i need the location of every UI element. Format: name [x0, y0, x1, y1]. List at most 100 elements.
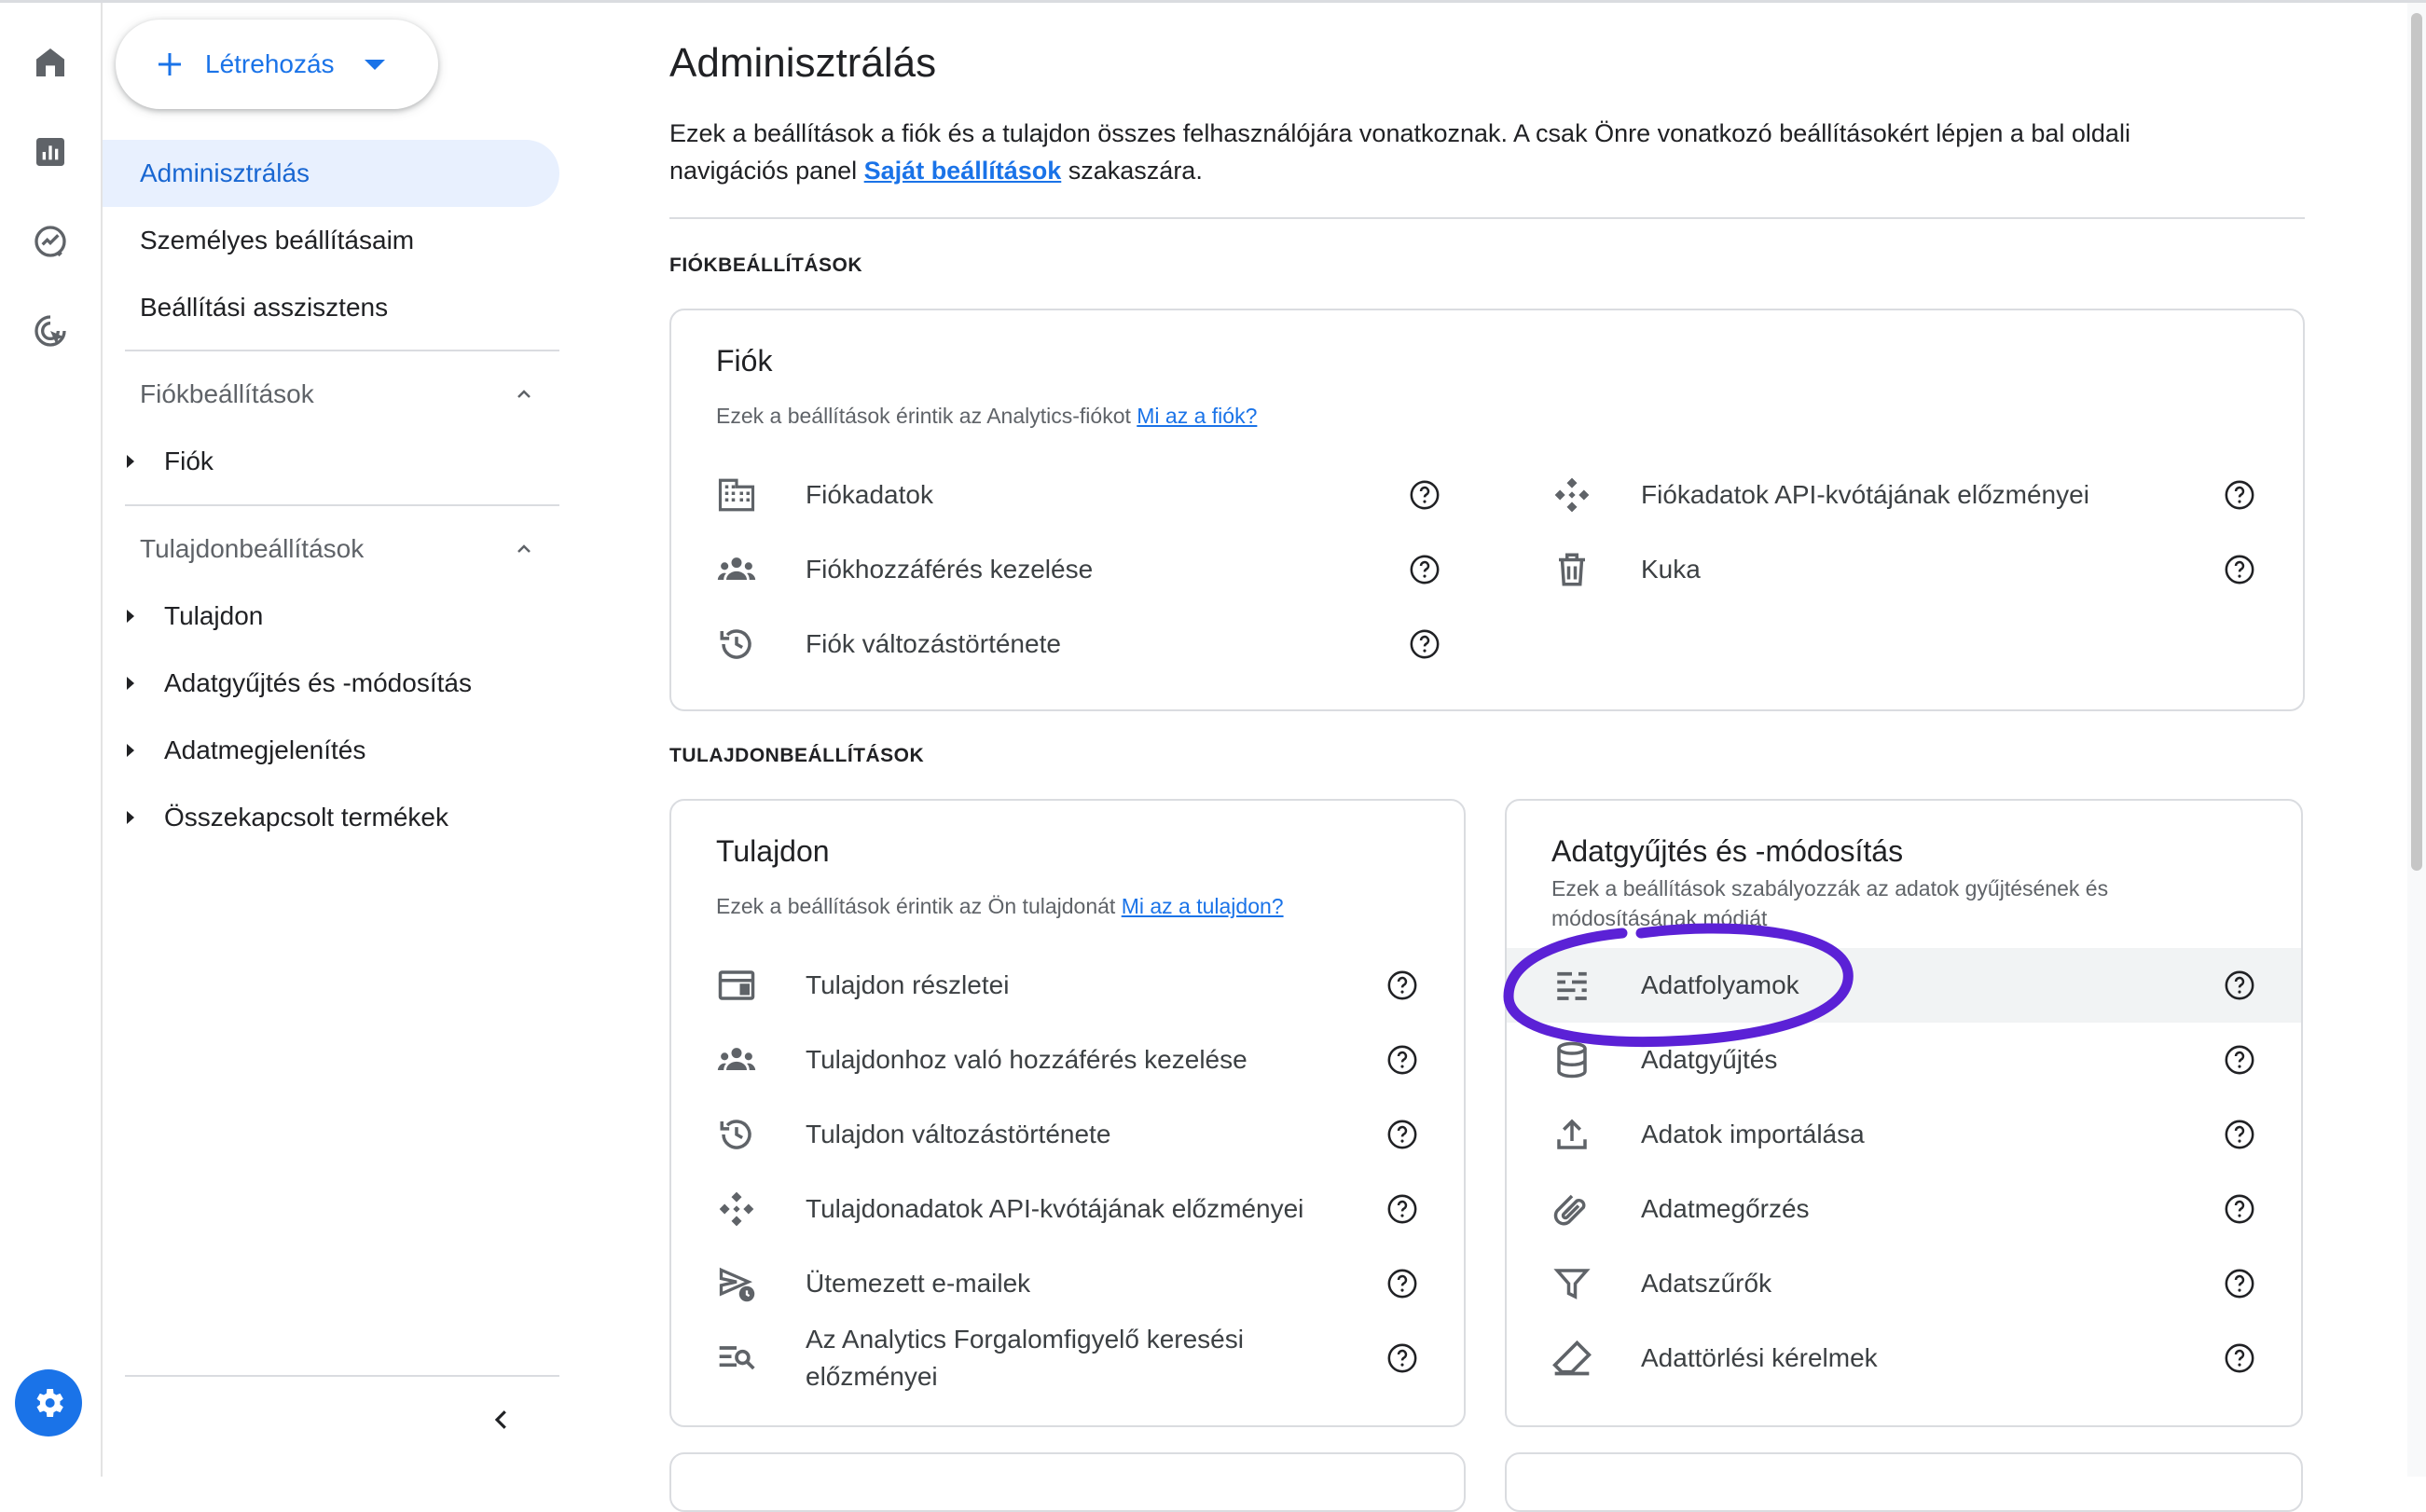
trash-icon: [1551, 549, 1592, 590]
filter-icon: [1551, 1263, 1592, 1304]
help-icon[interactable]: [1385, 1267, 1419, 1300]
row-label: Ütemezett e-mailek: [806, 1269, 1031, 1298]
api-icon: [716, 1189, 757, 1230]
scheduled-emails-row[interactable]: Ütemezett e-mailek: [671, 1246, 1464, 1321]
row-label: Adattörlési kérelmek: [1641, 1343, 1878, 1372]
help-icon[interactable]: [1385, 1192, 1419, 1226]
explore-icon[interactable]: [28, 219, 73, 264]
nav-setup-assistant[interactable]: Beállítási asszisztens: [103, 274, 559, 341]
next-card-right: [1505, 1452, 2303, 1512]
row-label: Fiókadatok API-kvótájának előzményei: [1641, 480, 2089, 509]
help-icon[interactable]: [2223, 1267, 2256, 1300]
tree-label: Adatmegjelenítés: [164, 735, 366, 764]
caret-right-icon: [127, 744, 134, 757]
data-import-row[interactable]: Adatok importálása: [1507, 1097, 2301, 1172]
property-api-quota-row[interactable]: Tulajdonadatok API-kvótájának előzményei: [671, 1172, 1464, 1246]
scrollbar-thumb[interactable]: [2411, 13, 2422, 871]
row-label: Tulajdon változástörténete: [806, 1120, 1111, 1148]
chevron-up-icon: [517, 390, 531, 398]
account-settings-section[interactable]: Fiókbeállítások: [103, 361, 559, 428]
divider: [125, 504, 559, 506]
tree-item-data-collection[interactable]: Adatgyűjtés és -módosítás: [103, 650, 559, 717]
advertising-icon[interactable]: [28, 309, 73, 353]
caret-right-icon: [127, 677, 134, 690]
row-label: Az Analytics Forgalomfigyelő keresési elő…: [806, 1321, 1244, 1395]
data-deletion-requests-row[interactable]: Adattörlési kérelmek: [1507, 1321, 2301, 1395]
tree-label: Tulajdon: [164, 601, 264, 630]
subtitle-text: Ezek a beállítások érintik az Analytics-…: [716, 404, 1137, 428]
paperclip-icon: [1551, 1189, 1592, 1230]
help-icon[interactable]: [2223, 1118, 2256, 1151]
row-label: Tulajdonhoz való hozzáférés kezelése: [806, 1045, 1247, 1074]
account-details-row[interactable]: Fiókadatok: [671, 458, 1486, 532]
data-collection-card: Adatgyűjtés és -módosítás Ezek a beállít…: [1505, 799, 2303, 1427]
settings-icon[interactable]: [15, 1369, 82, 1436]
tree-item-account[interactable]: Fiók: [103, 428, 559, 495]
property-access-row[interactable]: Tulajdonhoz való hozzáférés kezelése: [671, 1023, 1464, 1097]
help-icon[interactable]: [1408, 478, 1441, 512]
desc-text: szakaszára.: [1061, 157, 1203, 185]
help-icon[interactable]: [2223, 1043, 2256, 1077]
divider: [669, 217, 2305, 219]
nav-admin[interactable]: Adminisztrálás: [103, 140, 559, 207]
caret-right-icon: [127, 811, 134, 824]
data-filters-row[interactable]: Adatszűrők: [1507, 1246, 2301, 1321]
main-content: Adminisztrálás Ezek a beállítások a fiók…: [569, 3, 2426, 1512]
tree-label: Fiók: [164, 447, 214, 475]
search-list-icon: [716, 1338, 757, 1379]
help-icon[interactable]: [1385, 1043, 1419, 1077]
row-label: Adatmegőrzés: [1641, 1194, 1810, 1223]
eraser-icon: [1551, 1338, 1592, 1379]
account-settings-caption: FIÓKBEÁLLÍTÁSOK: [669, 254, 862, 276]
account-access-row[interactable]: Fiókhozzáférés kezelése: [671, 532, 1486, 607]
property-settings-section[interactable]: Tulajdonbeállítások: [103, 515, 559, 583]
what-is-account-link[interactable]: Mi az a fiók?: [1137, 404, 1257, 428]
my-settings-link[interactable]: Saját beállítások: [864, 157, 1062, 185]
row-label: Fiókadatok: [806, 480, 933, 509]
row-label-line: Az Analytics Forgalomfigyelő keresési: [806, 1325, 1244, 1354]
data-retention-row[interactable]: Adatmegőrzés: [1507, 1172, 2301, 1246]
divider: [125, 350, 559, 351]
building-icon: [716, 474, 757, 515]
row-label: Fiókhozzáférés kezelése: [806, 555, 1094, 584]
nav-label: Beállítási asszisztens: [140, 293, 389, 322]
help-icon[interactable]: [2223, 1192, 2256, 1226]
account-change-history-row[interactable]: Fiók változástörténete: [671, 607, 1486, 681]
people-icon: [716, 549, 757, 590]
people-icon: [716, 1039, 757, 1080]
collapse-sidebar-button[interactable]: [479, 1397, 524, 1442]
trash-row[interactable]: Kuka: [1507, 532, 2301, 607]
account-api-quota-row[interactable]: Fiókadatok API-kvótájának előzményei: [1507, 458, 2301, 532]
tree-item-property[interactable]: Tulajdon: [103, 583, 559, 650]
help-icon[interactable]: [2223, 478, 2256, 512]
card-title: Tulajdon: [716, 834, 830, 868]
help-icon[interactable]: [2223, 969, 2256, 1002]
help-icon[interactable]: [1408, 627, 1441, 661]
help-icon[interactable]: [1385, 1341, 1419, 1375]
tree-item-data-display[interactable]: Adatmegjelenítés: [103, 717, 559, 784]
reports-icon[interactable]: [28, 130, 73, 174]
analytics-intelligence-history-row[interactable]: Az Analytics Forgalomfigyelő keresési elő…: [671, 1321, 1464, 1395]
home-icon[interactable]: [28, 40, 73, 85]
history-icon: [716, 1114, 757, 1155]
property-change-history-row[interactable]: Tulajdon változástörténete: [671, 1097, 1464, 1172]
help-icon[interactable]: [1408, 553, 1441, 586]
property-details-row[interactable]: Tulajdon részletei: [671, 948, 1464, 1023]
caret-right-icon: [127, 610, 134, 623]
help-icon[interactable]: [1385, 969, 1419, 1002]
help-icon[interactable]: [1385, 1118, 1419, 1151]
help-icon[interactable]: [2223, 553, 2256, 586]
subtitle-text: Ezek a beállítások szabályozzák az adato…: [1551, 876, 2109, 900]
help-icon[interactable]: [2223, 1341, 2256, 1375]
nav-personal-settings[interactable]: Személyes beállításaim: [103, 207, 559, 274]
row-label: Fiók változástörténete: [806, 629, 1061, 658]
section-label: Fiókbeállítások: [140, 379, 314, 408]
tree-item-product-links[interactable]: Összekapcsolt termékek: [103, 784, 559, 851]
history-icon: [716, 624, 757, 665]
property-settings-caption: TULAJDONBEÁLLÍTÁSOK: [669, 745, 925, 766]
row-label: Adatok importálása: [1641, 1120, 1865, 1148]
caret-right-icon: [127, 455, 134, 468]
create-button[interactable]: Létrehozás: [116, 20, 438, 109]
what-is-property-link[interactable]: Mi az a tulajdon?: [1122, 894, 1284, 918]
nav-label: Személyes beállításaim: [140, 226, 415, 254]
